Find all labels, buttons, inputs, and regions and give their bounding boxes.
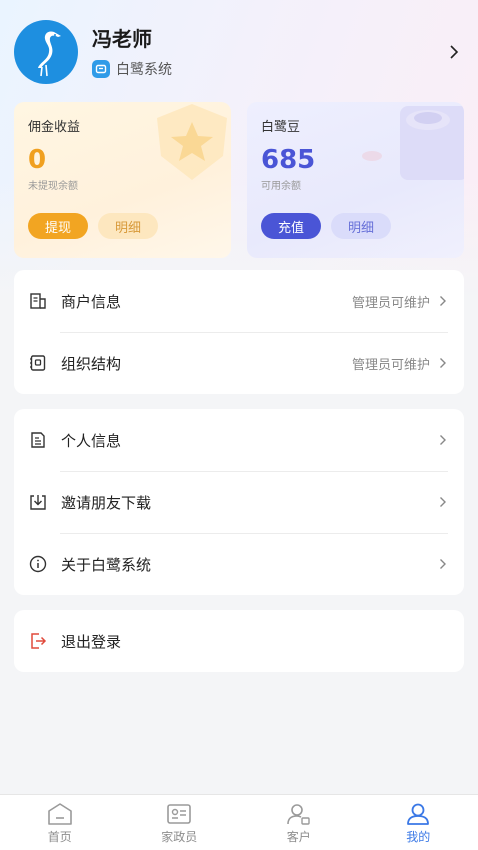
chevron-right-icon: [438, 294, 448, 308]
menu-item-about[interactable]: 关于白鹭系统: [14, 533, 464, 595]
beans-detail-button[interactable]: 明细: [331, 213, 391, 239]
logout-icon: [28, 631, 48, 651]
system-badge-icon: [92, 60, 110, 78]
org-structure-icon: [28, 353, 48, 373]
chevron-right-icon: [438, 433, 448, 447]
merchant-info-label: 商户信息: [61, 292, 122, 311]
invite-download-label: 邀请朋友下载: [61, 493, 152, 512]
tab-customers[interactable]: 客户: [239, 795, 359, 850]
home-icon: [46, 801, 74, 827]
info-icon: [28, 554, 48, 574]
menu-item-invite-download[interactable]: 邀请朋友下载: [14, 471, 464, 533]
about-label: 关于白鹭系统: [61, 555, 152, 574]
beans-value: 685: [261, 145, 316, 175]
profile-header[interactable]: 冯老师 白鹭系统: [14, 20, 464, 84]
logout-label: 退出登录: [61, 632, 122, 651]
menu-item-merchant-info[interactable]: 商户信息 管理员可维护: [14, 270, 464, 332]
tab-housekeepers[interactable]: 家政员: [120, 795, 240, 850]
bottom-tab-bar: 首页 家政员 客户 我的: [0, 794, 478, 850]
tab-home[interactable]: 首页: [0, 795, 120, 850]
id-card-icon: [165, 801, 193, 827]
org-structure-note: 管理员可维护: [351, 357, 430, 373]
chevron-right-icon[interactable]: [444, 42, 464, 62]
logout-group: 退出登录: [14, 610, 464, 672]
egret-logo-icon: [14, 20, 78, 84]
chevron-right-icon: [438, 495, 448, 509]
commission-detail-button[interactable]: 明细: [98, 213, 158, 239]
recharge-button[interactable]: 充值: [261, 213, 321, 239]
beans-title: 白鹭豆: [261, 120, 301, 135]
system-name: 白鹭系统: [116, 62, 172, 78]
merchant-info-note: 管理员可维护: [351, 295, 430, 311]
commission-card[interactable]: 佣金收益 0 未提现余额 提现 明细: [14, 102, 231, 258]
commission-title: 佣金收益: [28, 120, 81, 135]
tab-housekeepers-label: 家政员: [161, 830, 198, 844]
tab-me[interactable]: 我的: [359, 795, 478, 850]
logout-button[interactable]: 退出登录: [14, 610, 464, 672]
personal-menu-group: 个人信息 邀请朋友下载 关于白鹭系统: [14, 409, 464, 595]
customer-icon: [285, 801, 313, 827]
download-invite-icon: [28, 492, 48, 512]
admin-menu-group: 商户信息 管理员可维护 组织结构 管理员可维护: [14, 270, 464, 394]
org-structure-label: 组织结构: [61, 354, 122, 373]
personal-info-icon: [28, 430, 48, 450]
chevron-right-icon: [438, 557, 448, 571]
chevron-right-icon: [438, 356, 448, 370]
menu-item-org-structure[interactable]: 组织结构 管理员可维护: [14, 332, 464, 394]
tab-customers-label: 客户: [286, 830, 311, 844]
menu-item-personal-info[interactable]: 个人信息: [14, 409, 464, 471]
commission-sub: 未提现余额: [28, 181, 78, 192]
beans-card[interactable]: 白鹭豆 685 可用余额 充值 明细: [247, 102, 464, 258]
withdraw-button[interactable]: 提现: [28, 213, 88, 239]
tab-me-label: 我的: [406, 830, 431, 844]
user-name: 冯老师: [92, 27, 152, 51]
tab-home-label: 首页: [47, 830, 72, 844]
commission-value: 0: [28, 145, 47, 175]
beans-sub: 可用余额: [261, 181, 301, 192]
personal-info-label: 个人信息: [61, 431, 122, 450]
merchant-icon: [28, 291, 48, 311]
me-icon: [404, 801, 432, 827]
